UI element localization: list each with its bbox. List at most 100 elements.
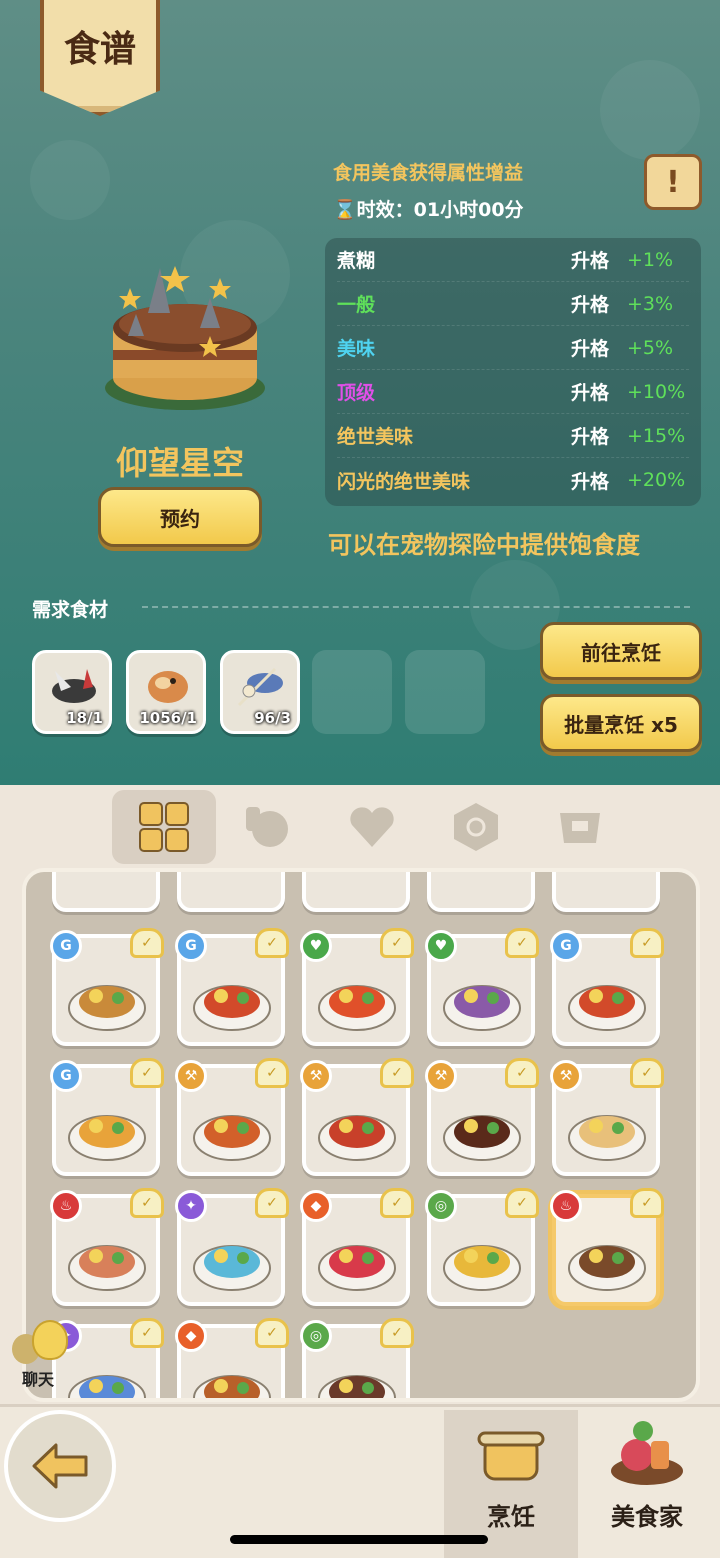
quality-row: 顶级 升格 +10% [337, 370, 689, 414]
recipe-tile[interactable]: ⚒ ✓ [550, 1058, 664, 1176]
chef-hat-check-icon: ✓ [505, 1188, 539, 1218]
recipe-tile[interactable]: ◎ ✓ [300, 1318, 414, 1398]
dish-icon [68, 1245, 146, 1291]
chat-button[interactable]: 聊天 [8, 1320, 70, 1390]
chat-label: 聊天 [22, 1370, 55, 1389]
quality-row: 闪光的绝世美味 升格 +20% [337, 458, 689, 502]
chef-hat-check-icon: ✓ [130, 928, 164, 958]
quality-name: 闪光的绝世美味 [337, 470, 471, 493]
recipe-tile[interactable]: G ✓ [50, 928, 164, 1046]
category-tag-icon: ◎ [300, 1320, 332, 1352]
quality-upgrade-label: 升格 [571, 382, 610, 404]
chef-hat-check-icon: ✓ [630, 1188, 664, 1218]
home-indicator [230, 1535, 488, 1544]
ingredient-slot[interactable]: 18/1 [32, 650, 112, 734]
tab-all-recipes[interactable] [112, 790, 216, 864]
quality-row: 煮糊 升格 +1% [337, 238, 689, 282]
all-recipes-icon [139, 802, 189, 852]
dish-icon [568, 1245, 646, 1291]
recipe-tile[interactable]: ⚒ ✓ [175, 1058, 289, 1176]
chef-hat-check-icon: ✓ [380, 1058, 414, 1088]
expedition-note: 可以在宠物探险中提供饱食度 [328, 531, 640, 559]
ingredient-count: 96/3 [254, 709, 291, 727]
batch-cook-button[interactable]: 批量烹饪 x5 [540, 694, 702, 752]
dish-image [105, 266, 265, 410]
ingredient-slot[interactable]: 96/3 [220, 650, 300, 734]
recipe-tile-selected[interactable]: ♨ ✓ [550, 1188, 664, 1306]
gourmet-food-icon [611, 1421, 683, 1485]
recipe-tile[interactable]: ⚒ ✓ [425, 1058, 539, 1176]
dish-icon [568, 1115, 646, 1161]
quality-bonus: +1% [627, 248, 674, 271]
recipe-tile[interactable] [302, 872, 410, 912]
recipe-tile[interactable] [52, 872, 160, 912]
recipe-tile[interactable]: ◎ ✓ [425, 1188, 539, 1306]
recipe-tile[interactable]: ✦✓ [175, 1188, 289, 1306]
category-tag-icon: ⚒ [550, 1060, 582, 1092]
quality-upgrade-label: 升格 [571, 250, 610, 272]
tab-spiral[interactable] [424, 790, 528, 864]
ingredient-slot[interactable]: 1056/1 [126, 650, 206, 734]
tab-helmet[interactable] [528, 790, 632, 864]
ingredient-count: 18/1 [66, 709, 103, 727]
reserve-button[interactable]: 预约 [98, 487, 262, 547]
recipe-tile[interactable]: ♥ ✓ [300, 928, 414, 1046]
dish-icon [318, 1375, 396, 1398]
dish-icon [568, 985, 646, 1031]
chef-hat-check-icon: ✓ [130, 1318, 164, 1348]
nav-tab-gourmet[interactable]: 美食家 [580, 1410, 714, 1558]
dish-icon [68, 1115, 146, 1161]
quality-name: 美味 [337, 338, 376, 360]
swordfish-icon [237, 667, 283, 707]
chef-hat-check-icon: ✓ [255, 1188, 289, 1218]
dish-icon [193, 1245, 271, 1291]
go-cook-button[interactable]: 前往烹饪 [540, 622, 702, 680]
dish-icon [443, 985, 521, 1031]
recipe-tile[interactable]: ⚒ ✓ [300, 1058, 414, 1176]
quality-row: 一般 升格 +3% [337, 282, 689, 326]
quality-upgrade-label: 升格 [571, 338, 610, 360]
category-tag-icon: ✦ [175, 1190, 207, 1222]
background-pattern [600, 60, 700, 160]
recipe-tile[interactable]: G ✓ [50, 1058, 164, 1176]
chef-hat-check-icon: ✓ [380, 1318, 414, 1348]
quality-upgrade-label: 升格 [571, 294, 610, 316]
chef-hat-check-icon: ✓ [630, 1058, 664, 1088]
category-tag-icon: G [50, 1060, 82, 1092]
quality-name: 一般 [337, 294, 376, 316]
chef-hat-check-icon: ✓ [380, 1188, 414, 1218]
tab-meat[interactable] [216, 790, 320, 864]
recipe-tile[interactable]: ♨ ✓ [50, 1188, 164, 1306]
divider [142, 606, 690, 608]
ingredients-label: 需求食材 [32, 599, 109, 621]
quality-table: 煮糊 升格 +1% 一般 升格 +3% 美味 升格 +5% 顶级 升格 +10% 绝世美味 升格 +15% 闪… [325, 238, 701, 506]
dish-icon [318, 1245, 396, 1291]
recipe-tile[interactable]: ◆ ✓ [175, 1318, 289, 1398]
category-tag-icon: ⚒ [425, 1060, 457, 1092]
spiral-icon [454, 803, 498, 851]
quality-name: 顶级 [337, 382, 376, 404]
chef-hat-check-icon: ✓ [130, 1058, 164, 1088]
recipe-tile[interactable]: ◆ ✓ [300, 1188, 414, 1306]
chef-hat-check-icon: ✓ [505, 1058, 539, 1088]
dish-icon [443, 1115, 521, 1161]
helmet-icon [560, 813, 600, 843]
recipe-tile[interactable] [552, 872, 660, 912]
category-tag-icon: ◎ [425, 1190, 457, 1222]
quality-name: 绝世美味 [337, 426, 414, 448]
recipe-tile[interactable]: G ✓ [550, 928, 664, 1046]
tab-heart[interactable] [320, 790, 424, 864]
recipe-tile[interactable]: G ✓ [175, 928, 289, 1046]
quality-bonus: +15% [627, 424, 686, 447]
recipe-tile[interactable]: ♥ ✓ [425, 928, 539, 1046]
recipe-tile[interactable] [177, 872, 285, 912]
dish-name: 仰望星空 [115, 444, 244, 482]
recipe-tile[interactable] [427, 872, 535, 912]
category-tabs [112, 790, 632, 864]
category-tag-icon: ♨ [550, 1190, 582, 1222]
quality-bonus: +20% [627, 469, 686, 491]
back-button[interactable] [4, 1410, 116, 1522]
buff-duration-text: 时效：01小时00分 [356, 199, 524, 221]
dish-icon [68, 1375, 146, 1398]
info-scroll-icon[interactable]: ! [644, 154, 702, 210]
